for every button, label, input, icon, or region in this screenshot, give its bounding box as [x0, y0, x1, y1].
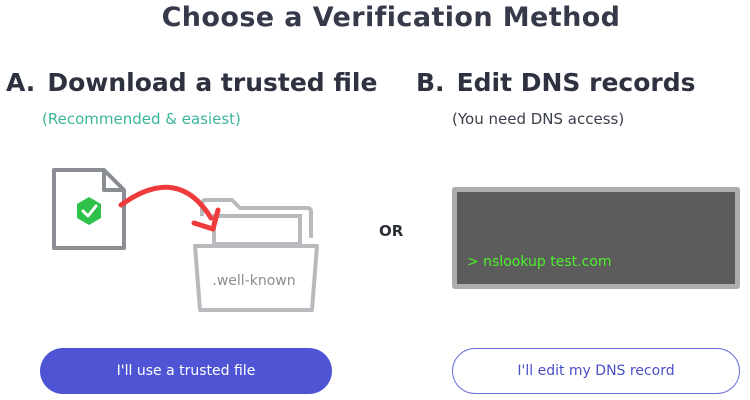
option-b-letter: B.: [416, 68, 445, 97]
option-b-heading: B. Edit DNS records: [416, 68, 696, 97]
option-b-heading-text: Edit DNS records: [456, 68, 696, 97]
verification-method-page: Choose a Verification Method A. Download …: [0, 0, 750, 400]
option-a-letter: A.: [6, 68, 36, 97]
or-divider: OR: [379, 222, 404, 240]
option-a-subtitle: (Recommended & easiest): [42, 110, 241, 128]
option-a-heading: A. Download a trusted file: [6, 68, 377, 97]
trusted-file-illustration: .well-known: [52, 168, 319, 312]
curved-arrow-icon: [118, 184, 221, 232]
terminal-command: > nslookup test.com: [467, 254, 612, 270]
option-b-subtitle: (You need DNS access): [452, 110, 625, 128]
use-trusted-file-button[interactable]: I'll use a trusted file: [40, 348, 332, 394]
file-check-icon: [52, 168, 126, 250]
edit-dns-record-button[interactable]: I'll edit my DNS record: [452, 348, 740, 394]
folder-label: .well-known: [212, 273, 295, 289]
page-title: Choose a Verification Method: [161, 2, 621, 33]
terminal-window: > nslookup test.com: [452, 187, 740, 289]
option-a-heading-text: Download a trusted file: [47, 68, 378, 97]
folder-icon: .well-known: [193, 198, 319, 312]
